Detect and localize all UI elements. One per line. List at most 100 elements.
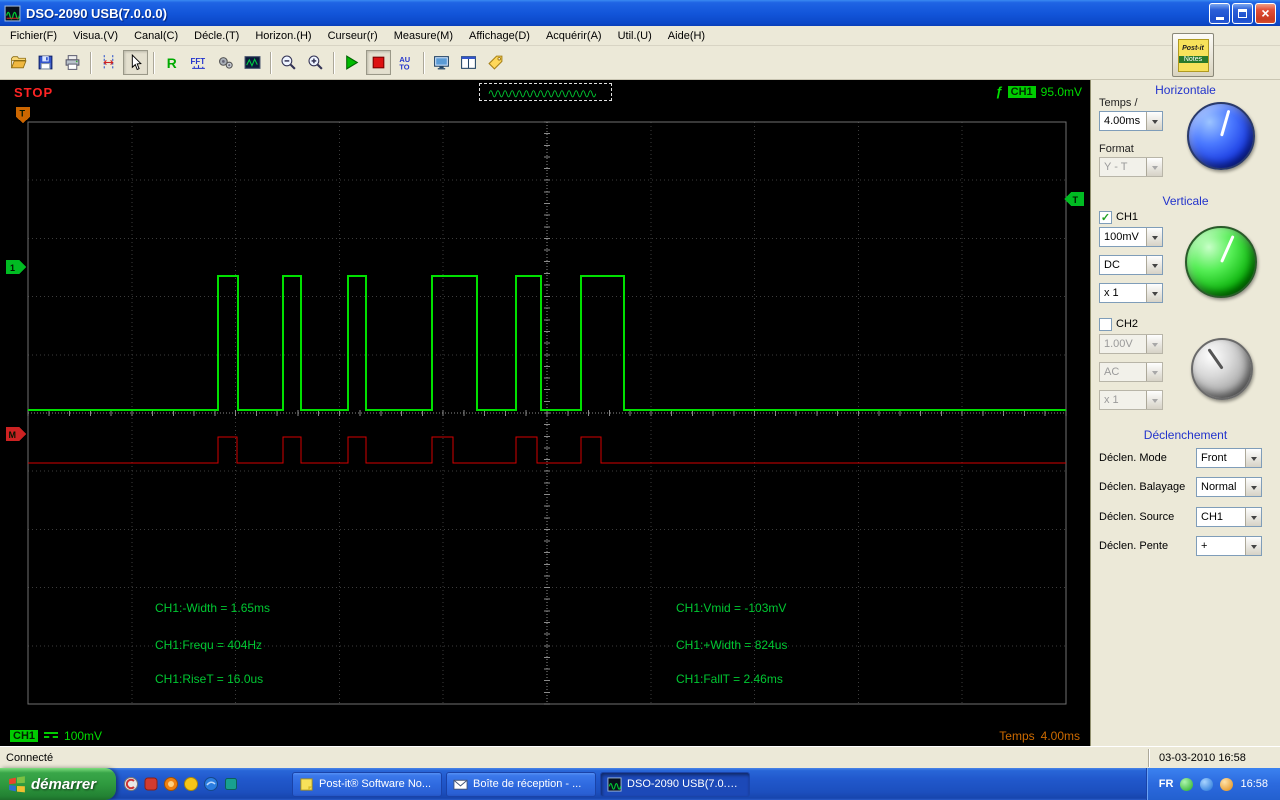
- monitor-icon: [434, 56, 449, 70]
- tray-icon-1[interactable]: [1180, 777, 1194, 791]
- display-window-button[interactable]: [429, 50, 454, 75]
- ch2-position-knob[interactable]: [1191, 338, 1253, 400]
- quicklaunch-shortcut-1[interactable]: [122, 775, 140, 793]
- trigger-level-marker[interactable]: T: [1064, 192, 1084, 206]
- taskbar-task-dso[interactable]: DSO-2090 USB(7.0.0.0): [600, 771, 751, 797]
- menu-horizon[interactable]: Horizon.(H): [247, 27, 319, 45]
- quicklaunch-shortcut-3[interactable]: [162, 775, 180, 793]
- taskbar: démarrer Post-it® Software No... Boîte d…: [0, 768, 1280, 800]
- ch2-checkbox[interactable]: [1099, 317, 1112, 331]
- main-area: STOP ƒ CH1 95.0mV T 1 M T CH1:-Width = 1…: [0, 80, 1280, 746]
- pointer-arrow-icon: [131, 54, 142, 71]
- split-window-button[interactable]: [456, 50, 481, 75]
- system-tray: FR 16:58: [1145, 768, 1280, 800]
- acquire-settings-button[interactable]: [213, 50, 238, 75]
- menu-canal[interactable]: Canal(C): [126, 27, 186, 45]
- ch2-coupling-select: AC: [1099, 362, 1163, 382]
- toolbar-separator: [90, 51, 91, 74]
- ch2-volts-select: 1.00V: [1099, 334, 1163, 354]
- open-button[interactable]: [6, 50, 31, 75]
- ch2-probe-select: x 1: [1099, 390, 1163, 410]
- print-button[interactable]: [60, 50, 85, 75]
- zoom-in-button[interactable]: [303, 50, 328, 75]
- postit-notes-button[interactable]: Post-it Notes: [1172, 33, 1214, 77]
- dc-coupling-icon: [44, 732, 59, 740]
- taskbar-tasks: Post-it® Software No... Boîte de récepti…: [292, 768, 751, 800]
- toolbar-separator: [423, 51, 424, 74]
- ch1-coupling-select[interactable]: DC: [1099, 255, 1163, 275]
- svg-text:R: R: [167, 55, 177, 71]
- format-select: Y - T: [1099, 157, 1163, 177]
- menu-fichier[interactable]: Fichier(F): [2, 27, 65, 45]
- scope-display: T 1 M T CH1:-Width = 1.65ms CH1:Frequ = …: [0, 104, 1090, 726]
- menu-affichage[interactable]: Affichage(D): [461, 27, 538, 45]
- math-level-marker[interactable]: M: [6, 427, 26, 441]
- menu-util[interactable]: Util.(U): [610, 27, 660, 45]
- trigger-source-select[interactable]: CH1: [1196, 507, 1262, 527]
- pointer-tool-button[interactable]: [123, 50, 148, 75]
- quicklaunch-shortcut-2[interactable]: [142, 775, 160, 793]
- taskbar-task-inbox[interactable]: Boîte de réception - ...: [446, 771, 597, 797]
- ch1-position-knob[interactable]: [1185, 226, 1257, 298]
- trigger-slope-select[interactable]: +: [1196, 536, 1262, 556]
- svg-text:T: T: [1073, 195, 1079, 205]
- menu-visua[interactable]: Visua.(V): [65, 27, 126, 45]
- zoom-out-button[interactable]: [276, 50, 301, 75]
- chevron-down-icon: [1245, 537, 1261, 555]
- ch1-checkbox-label: CH1: [1116, 211, 1139, 223]
- menu-decle[interactable]: Décle.(T): [186, 27, 247, 45]
- meas-vmid: CH1:Vmid = -103mV: [676, 601, 786, 615]
- trigger-source-label: Déclen. Source: [1099, 511, 1175, 523]
- save-button[interactable]: [33, 50, 58, 75]
- minimize-button[interactable]: [1209, 2, 1230, 24]
- trigger-sweep-select[interactable]: Normal: [1196, 477, 1262, 497]
- taskbar-task-postit[interactable]: Post-it® Software No...: [292, 771, 443, 797]
- ch1-checkbox[interactable]: [1099, 210, 1112, 224]
- maximize-button[interactable]: [1232, 2, 1253, 24]
- knob-pointer: [1219, 109, 1230, 137]
- app-icon[interactable]: [4, 5, 21, 22]
- menu-measure[interactable]: Measure(M): [386, 27, 461, 45]
- trigger-channel-badge: CH1: [1007, 85, 1036, 98]
- stop-acquisition-button[interactable]: [366, 50, 391, 75]
- r-icon: R: [167, 55, 177, 71]
- menu-curseur[interactable]: Curseur(r): [320, 27, 386, 45]
- capture-preview[interactable]: [479, 83, 612, 101]
- timebase-value: 4.00ms: [1040, 729, 1080, 743]
- horizontal-position-knob[interactable]: [1187, 102, 1255, 170]
- quicklaunch-shortcut-4[interactable]: [182, 775, 200, 793]
- chevron-down-icon: [1146, 256, 1162, 274]
- menu-aide[interactable]: Aide(H): [660, 27, 713, 45]
- tray-clock: 16:58: [1240, 778, 1268, 790]
- postit-task-icon: [300, 777, 313, 791]
- minimize-icon: [1215, 16, 1224, 20]
- preview-waveform-icon: [488, 90, 597, 98]
- waveform-display-button[interactable]: [240, 50, 265, 75]
- meas-frequency: CH1:Frequ = 404Hz: [155, 638, 262, 652]
- quicklaunch-shortcut-5[interactable]: [202, 775, 220, 793]
- language-indicator[interactable]: FR: [1159, 778, 1174, 790]
- ch1-probe-select[interactable]: x 1: [1099, 283, 1163, 303]
- close-button[interactable]: [1255, 2, 1276, 24]
- start-acquisition-button[interactable]: [339, 50, 364, 75]
- knob-pointer: [1207, 348, 1224, 371]
- meas-plus-width: CH1:+Width = 824us: [676, 638, 787, 652]
- tray-icon-2[interactable]: [1200, 777, 1214, 791]
- tray-icon-3[interactable]: [1220, 777, 1234, 791]
- trigger-mode-select[interactable]: Front: [1196, 448, 1262, 468]
- start-button[interactable]: démarrer: [0, 768, 117, 800]
- quicklaunch-shortcut-6[interactable]: [222, 775, 240, 793]
- ch1-scale: 100mV: [64, 729, 103, 743]
- titlebar: DSO-2090 USB(7.0.0.0): [0, 0, 1280, 26]
- label-button[interactable]: [483, 50, 508, 75]
- autoset-button[interactable]: AU TO: [393, 50, 418, 75]
- refresh-button[interactable]: R: [159, 50, 184, 75]
- fft-button[interactable]: FFT: [186, 50, 211, 75]
- timebase-select[interactable]: 4.00ms: [1099, 111, 1163, 131]
- ch1-level-marker[interactable]: 1: [6, 260, 26, 274]
- acquisition-status: STOP: [14, 84, 54, 100]
- ch1-volts-select[interactable]: 100mV: [1099, 227, 1163, 247]
- trigger-time-marker[interactable]: T: [16, 107, 30, 123]
- cursor-measure-button[interactable]: [96, 50, 121, 75]
- menu-acquerir[interactable]: Acquérir(A): [538, 27, 610, 45]
